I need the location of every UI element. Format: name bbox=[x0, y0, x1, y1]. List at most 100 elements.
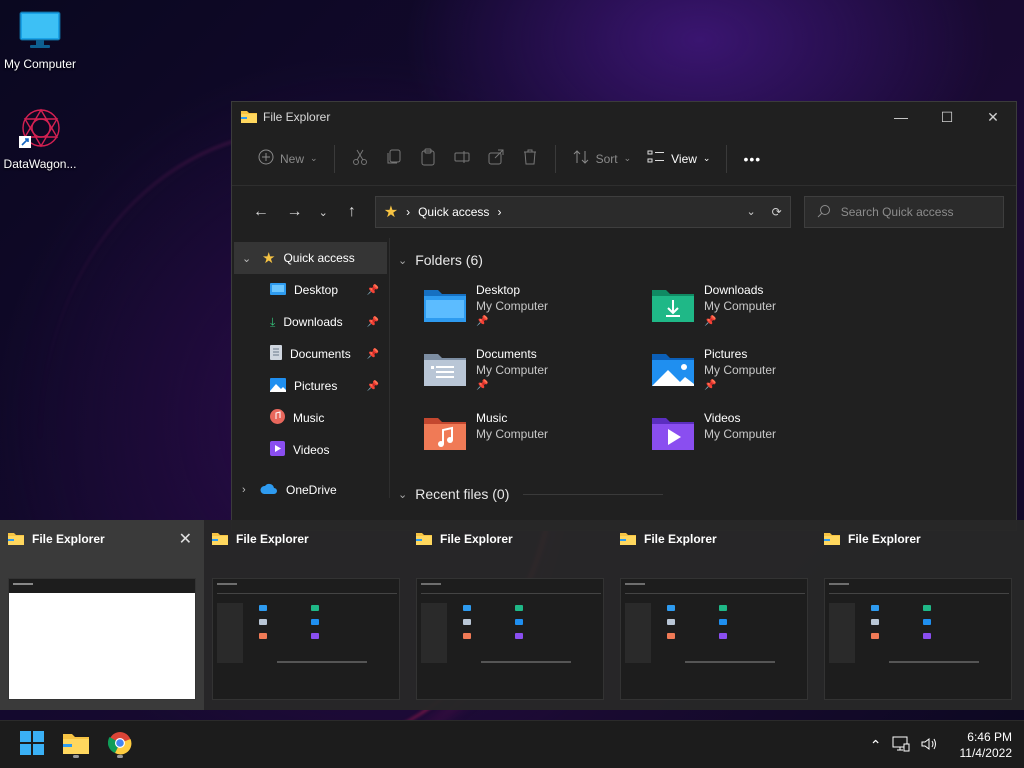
search-box[interactable]: Search Quick access bbox=[803, 196, 1004, 228]
address-dropdown-icon[interactable]: ⌄ bbox=[746, 205, 755, 219]
title-bar[interactable]: File Explorer — ☐ ✕ bbox=[232, 102, 1016, 132]
address-location[interactable]: Quick access bbox=[418, 205, 489, 219]
taskbar-file-explorer[interactable] bbox=[60, 729, 92, 761]
navigation-bar: ← → ⌄ ↑ ★ › Quick access › ⌄ ⟳ Search Qu… bbox=[232, 186, 1016, 238]
chevron-down-icon[interactable]: ⌄ bbox=[242, 252, 251, 265]
folder-name: Videos bbox=[704, 411, 741, 425]
close-icon[interactable]: ✕ bbox=[179, 529, 192, 549]
network-icon[interactable] bbox=[892, 736, 910, 755]
window-title: File Explorer bbox=[263, 110, 331, 124]
folder-tile-desktop[interactable]: Desktop My Computer 📌 bbox=[422, 280, 642, 340]
downloads-folder-icon bbox=[650, 286, 698, 330]
sort-arrows-icon bbox=[572, 149, 590, 168]
nav-item-onedrive[interactable]: › OneDrive bbox=[232, 474, 389, 506]
nav-item-downloads[interactable]: ⤓ Downloads 📌 bbox=[232, 306, 389, 338]
file-explorer-window: File Explorer — ☐ ✕ New ⌄ Sort ⌄ View ⌄ … bbox=[231, 101, 1017, 531]
view-button[interactable]: View ⌄ bbox=[639, 143, 718, 175]
documents-folder-icon bbox=[422, 350, 470, 394]
folder-tile-videos[interactable]: Videos My Computer bbox=[650, 408, 870, 468]
delete-button[interactable] bbox=[513, 143, 547, 175]
folder-icon bbox=[212, 531, 228, 548]
copy-button[interactable] bbox=[377, 143, 411, 175]
recent-heading: Recent files (0) bbox=[415, 486, 510, 502]
close-button[interactable]: ✕ bbox=[970, 102, 1016, 132]
running-indicator bbox=[117, 755, 123, 758]
nav-item-label: Quick access bbox=[283, 251, 355, 265]
pin-icon: 📌 bbox=[366, 284, 379, 296]
start-button[interactable] bbox=[16, 729, 48, 761]
nav-item-videos[interactable]: Videos bbox=[232, 434, 389, 466]
chevron-down-icon: ⌄ bbox=[310, 153, 318, 163]
pin-icon: 📌 bbox=[476, 316, 489, 327]
more-options-button[interactable]: ••• bbox=[735, 143, 769, 175]
address-bar[interactable]: ★ › Quick access › ⌄ ⟳ bbox=[374, 196, 791, 228]
arrow-right-icon: → bbox=[286, 203, 303, 220]
folder-name: Documents bbox=[476, 347, 537, 361]
rename-button[interactable] bbox=[445, 143, 479, 175]
nav-item-music[interactable]: Music bbox=[232, 402, 389, 434]
music-icon bbox=[270, 409, 285, 427]
nav-item-documents[interactable]: Documents 📌 bbox=[232, 338, 389, 370]
share-button[interactable] bbox=[479, 143, 513, 175]
nav-item-desktop[interactable]: Desktop 📌 bbox=[232, 274, 389, 306]
search-icon bbox=[817, 204, 831, 221]
folders-section-header[interactable]: ⌄ Folders (6) bbox=[398, 248, 1004, 272]
switcher-card-title: File Explorer bbox=[236, 532, 309, 546]
nav-item-label: Pictures bbox=[294, 379, 338, 393]
pin-icon: 📌 bbox=[704, 316, 717, 327]
chevron-up-icon[interactable]: ⌃ bbox=[870, 737, 882, 754]
back-button[interactable]: ← bbox=[244, 196, 278, 228]
share-icon bbox=[487, 148, 505, 169]
start-icon bbox=[20, 730, 44, 760]
monitor-icon bbox=[0, 10, 80, 53]
clock[interactable]: 6:46 PM 11/4/2022 bbox=[960, 729, 1013, 761]
maximize-button[interactable]: ☐ bbox=[924, 102, 970, 132]
search-placeholder: Search Quick access bbox=[840, 205, 954, 219]
up-button[interactable]: ↑ bbox=[335, 196, 369, 228]
recent-locations-button[interactable]: ⌄ bbox=[311, 196, 335, 228]
switcher-card-title: File Explorer bbox=[440, 532, 513, 546]
desktop-icon-label: DataWagon... bbox=[3, 157, 77, 171]
folder-icon bbox=[8, 531, 24, 548]
chevron-right-icon[interactable]: › bbox=[497, 205, 501, 219]
music-folder-icon bbox=[422, 414, 470, 458]
switcher-card[interactable]: File Explorer bbox=[816, 520, 1020, 710]
clock-date: 11/4/2022 bbox=[959, 746, 1013, 760]
refresh-icon[interactable]: ⟳ bbox=[772, 205, 782, 219]
chevron-right-icon[interactable]: › bbox=[242, 484, 246, 496]
folder-location: My Computer bbox=[476, 299, 549, 313]
sort-button[interactable]: Sort ⌄ bbox=[564, 143, 640, 175]
nav-item-pictures[interactable]: Pictures 📌 bbox=[232, 370, 389, 402]
desktop-folder-icon bbox=[270, 282, 286, 299]
folder-icon bbox=[241, 109, 257, 126]
switcher-card-title: File Explorer bbox=[32, 532, 105, 546]
pin-icon: 📌 bbox=[476, 380, 489, 391]
switcher-card[interactable]: File Explorer bbox=[612, 520, 816, 710]
desktop-icon-my-computer[interactable]: My Computer bbox=[0, 10, 80, 71]
cloud-icon bbox=[260, 483, 278, 498]
chevron-down-icon: ⌄ bbox=[398, 488, 408, 501]
volume-icon[interactable] bbox=[920, 736, 938, 755]
switcher-card[interactable]: File Explorer bbox=[408, 520, 612, 710]
minimize-button[interactable]: — bbox=[878, 102, 924, 132]
folder-location: My Computer bbox=[704, 363, 777, 377]
folder-tile-downloads[interactable]: Downloads My Computer 📌 bbox=[650, 280, 870, 340]
new-button[interactable]: New ⌄ bbox=[250, 143, 326, 175]
datawagon-shortcut-icon bbox=[0, 106, 80, 153]
folder-tile-music[interactable]: Music My Computer bbox=[422, 408, 642, 468]
folder-tile-documents[interactable]: Documents My Computer 📌 bbox=[422, 344, 642, 404]
nav-item-quick-access[interactable]: ⌄ ★ Quick access bbox=[234, 242, 387, 274]
pin-icon: 📌 bbox=[366, 348, 379, 360]
switcher-card[interactable]: File Explorer ✕ bbox=[0, 520, 204, 710]
cut-button[interactable] bbox=[343, 143, 377, 175]
divider bbox=[523, 493, 664, 495]
recent-files-section-header[interactable]: ⌄ Recent files (0) bbox=[398, 482, 664, 506]
taskbar-chrome[interactable] bbox=[104, 729, 136, 761]
desktop-icon-datawagon[interactable]: DataWagon... bbox=[0, 106, 80, 171]
folder-tile-pictures[interactable]: Pictures My Computer 📌 bbox=[650, 344, 870, 404]
paste-button[interactable] bbox=[411, 143, 445, 175]
switcher-card[interactable]: File Explorer bbox=[204, 520, 408, 710]
nav-item-label: Downloads bbox=[283, 315, 343, 329]
forward-button[interactable]: → bbox=[278, 196, 312, 228]
folders-grid: Desktop My Computer 📌 Downloads My Compu… bbox=[402, 272, 1004, 472]
